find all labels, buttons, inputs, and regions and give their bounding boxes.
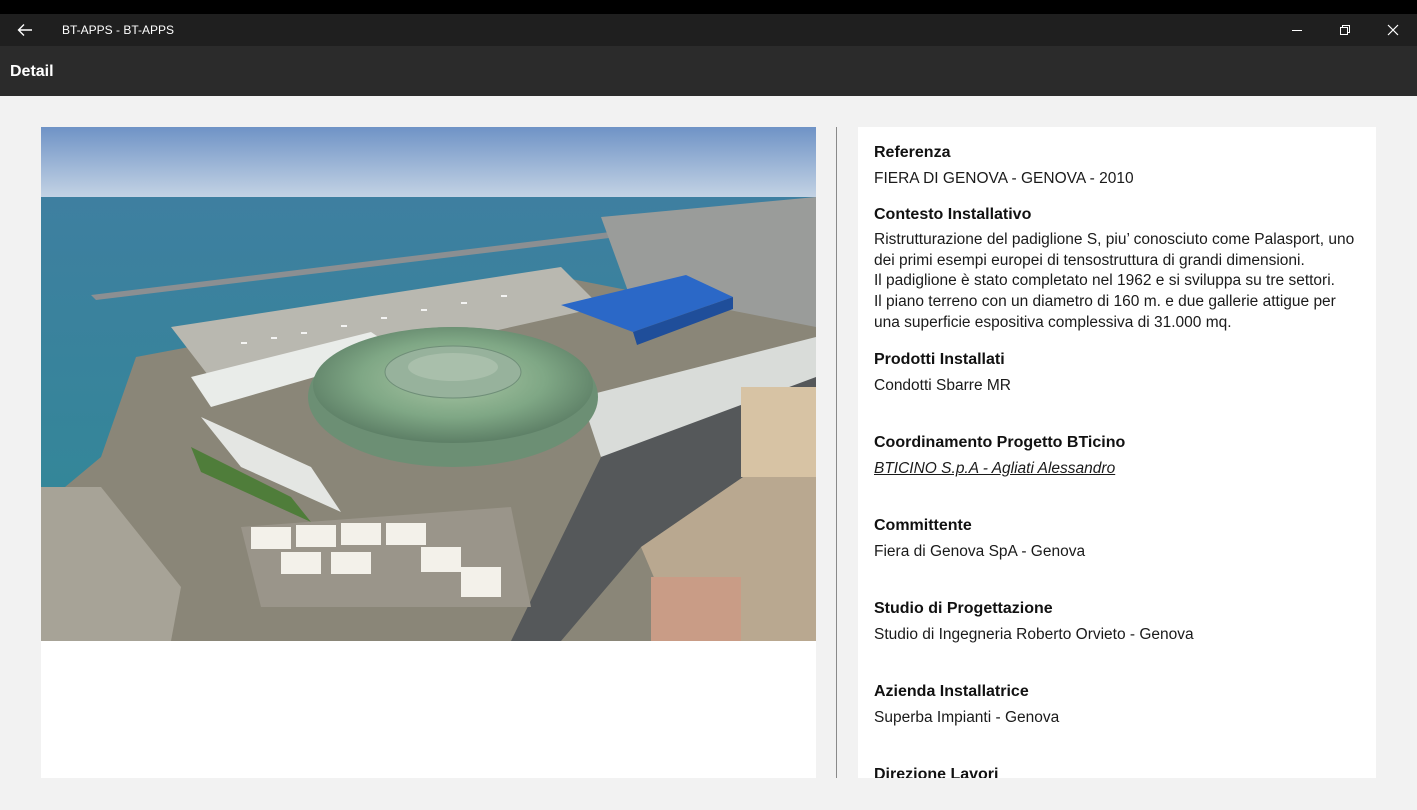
- field-value: Superba Impianti - Genova: [874, 709, 1060, 726]
- coordinamento-link[interactable]: BTICINO S.p.A - Agliati Alessandro: [874, 458, 1364, 479]
- field-value: Fiera di Genova SpA - Genova: [874, 543, 1086, 560]
- back-arrow-icon: [17, 24, 32, 36]
- page-header: Detail: [0, 46, 1417, 96]
- field-value: Ristrutturazione del padiglione S, piu’ …: [874, 230, 1364, 334]
- restore-button[interactable]: [1322, 14, 1368, 46]
- close-icon: [1387, 24, 1399, 36]
- details-panel[interactable]: Referenza FIERA DI GENOVA - GENOVA - 201…: [858, 127, 1376, 778]
- field-contesto-installativo: Contesto Installativo Ristrutturazione d…: [874, 204, 1364, 349]
- field-prodotti-installati: Prodotti Installati Condotti Sbarre MR: [874, 349, 1364, 432]
- field-label: Coordinamento Progetto BTicino: [874, 434, 1126, 451]
- content-area: Referenza FIERA DI GENOVA - GENOVA - 201…: [0, 96, 1417, 810]
- field-label: Prodotti Installati: [874, 351, 1005, 368]
- field-direzione-lavori: Direzione Lavori: [874, 764, 1364, 778]
- field-label: Contesto Installativo: [874, 206, 1032, 223]
- top-strip: [0, 0, 1417, 14]
- field-azienda-installatrice: Azienda Installatrice Superba Impianti -…: [874, 681, 1364, 764]
- text-line: una superficie espositiva complessiva di…: [874, 313, 1232, 331]
- field-referenza: Referenza FIERA DI GENOVA - GENOVA - 201…: [874, 142, 1364, 204]
- text-line: Ristrutturazione del padiglione S, piu’ …: [874, 231, 1355, 248]
- panel-divider: [836, 127, 837, 778]
- aerial-photo: [41, 127, 816, 641]
- field-value: Condotti Sbarre MR: [874, 377, 1011, 394]
- page-title: Detail: [10, 63, 54, 80]
- close-button[interactable]: [1370, 14, 1416, 46]
- restore-icon: [1340, 25, 1350, 35]
- window-titlebar: BT-APPS - BT-APPS: [0, 14, 1417, 46]
- field-committente: Committente Fiera di Genova SpA - Genova: [874, 515, 1364, 598]
- field-coordinamento: Coordinamento Progetto BTicino BTICINO S…: [874, 432, 1364, 515]
- field-label: Azienda Installatrice: [874, 683, 1029, 700]
- field-label: Direzione Lavori: [874, 766, 999, 778]
- text-line: dei primi esempi europei di tensostruttu…: [874, 251, 1305, 269]
- field-label: Committente: [874, 517, 972, 534]
- field-studio-progettazione: Studio di Progettazione Studio di Ingegn…: [874, 598, 1364, 681]
- field-label: Referenza: [874, 144, 951, 161]
- field-label: Studio di Progettazione: [874, 600, 1053, 617]
- field-value: FIERA DI GENOVA - GENOVA - 2010: [874, 170, 1134, 187]
- details-list: Referenza FIERA DI GENOVA - GENOVA - 201…: [874, 142, 1364, 778]
- minimize-button[interactable]: [1274, 14, 1320, 46]
- window-title: BT-APPS - BT-APPS: [62, 23, 175, 37]
- project-photo: [41, 127, 816, 641]
- minimize-icon: [1292, 30, 1302, 31]
- field-value: Studio di Ingegneria Roberto Orvieto - G…: [874, 626, 1194, 643]
- text-line: Il padiglione è stato completato nel 196…: [874, 272, 1335, 290]
- back-button[interactable]: [10, 18, 40, 42]
- image-panel: [41, 127, 816, 778]
- text-line: Il piano terreno con un diametro di 160 …: [874, 293, 1336, 311]
